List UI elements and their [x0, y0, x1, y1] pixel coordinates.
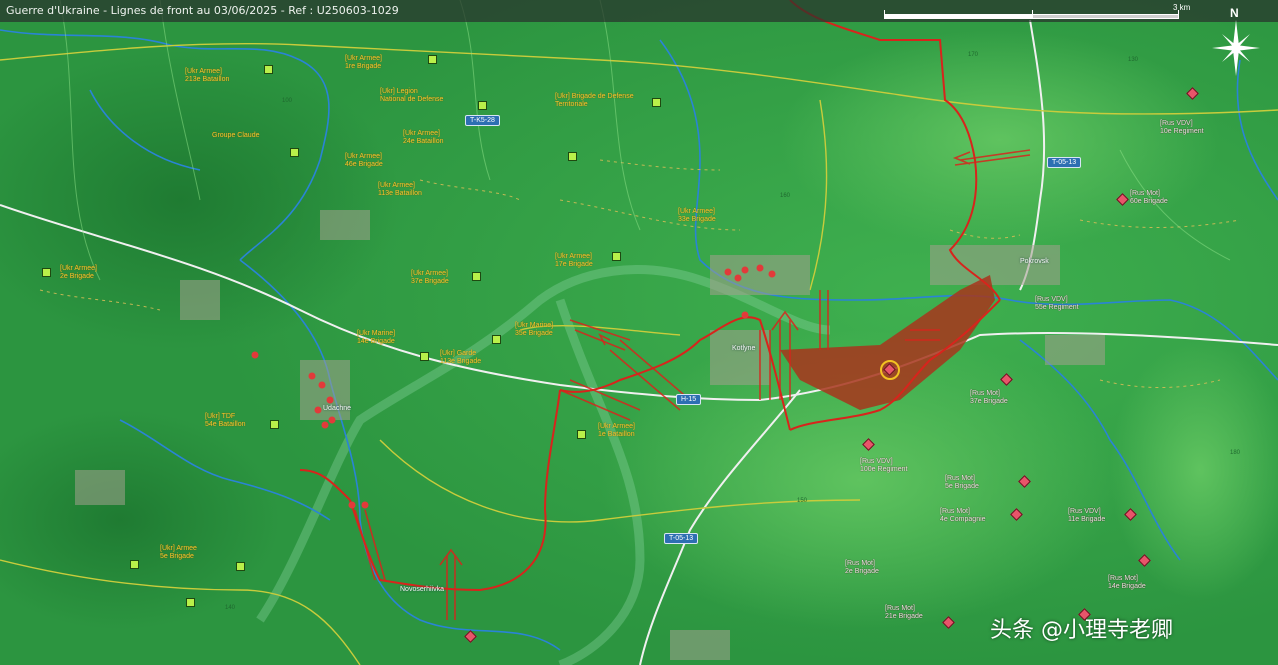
- enemy-unit-label[interactable]: [Rus Mot] 2e Brigade: [845, 560, 879, 576]
- unit-label[interactable]: [Ukr Armee] 213e Bataillon: [185, 68, 229, 84]
- unit-label[interactable]: [Ukr Armee] 2e Brigade: [60, 265, 97, 281]
- friendly-unit-marker[interactable]: [290, 148, 299, 157]
- map-view[interactable]: Guerre d'Ukraine - Lignes de front au 03…: [0, 0, 1278, 665]
- friendly-unit-marker[interactable]: [492, 335, 501, 344]
- compass-north-label: N: [1230, 6, 1239, 20]
- friendly-unit-marker[interactable]: [42, 268, 51, 277]
- map-title: Guerre d'Ukraine - Lignes de front au 03…: [6, 4, 399, 17]
- unit-label[interactable]: [Ukr Armee] 24e Bataillon: [403, 130, 443, 146]
- road-badge: T-05-13: [1047, 157, 1082, 168]
- friendly-unit-marker[interactable]: [186, 598, 195, 607]
- friendly-unit-marker[interactable]: [612, 252, 621, 261]
- unit-label[interactable]: [Ukr Armee] 46e Brigade: [345, 153, 383, 169]
- enemy-unit-label[interactable]: [Rus VDV] 10e Regiment: [1160, 120, 1204, 136]
- friendly-unit-marker[interactable]: [236, 562, 245, 571]
- enemy-unit-label[interactable]: [Rus Mot] 60e Brigade: [1130, 190, 1168, 206]
- unit-label[interactable]: [Ukr] Garde 113e Brigade: [440, 350, 481, 366]
- unit-label[interactable]: [Ukr Armee] 1e Bataillon: [598, 423, 635, 439]
- unit-label[interactable]: [Ukr Marine] 35e Brigade: [515, 322, 553, 338]
- friendly-unit-marker[interactable]: [652, 98, 661, 107]
- unit-label[interactable]: [Ukr Armee] 17e Brigade: [555, 253, 593, 269]
- scale-bar: [884, 10, 1179, 19]
- unit-label[interactable]: [Ukr Armee] 113e Bataillon: [378, 182, 422, 198]
- contour-label: 100: [282, 98, 293, 104]
- unit-label[interactable]: [Ukr Armee] 33e Brigade: [678, 208, 716, 224]
- enemy-unit-label[interactable]: [Rus Mot] 14e Brigade: [1108, 575, 1146, 591]
- contour-label: 160: [780, 193, 791, 199]
- enemy-unit-label[interactable]: [Rus Mot] 37e Brigade: [970, 390, 1008, 406]
- friendly-unit-marker[interactable]: [420, 352, 429, 361]
- friendly-unit-marker[interactable]: [270, 420, 279, 429]
- friendly-unit-marker[interactable]: [264, 65, 273, 74]
- unit-label[interactable]: [Ukr] TDF 54e Bataillon: [205, 413, 245, 429]
- unit-label[interactable]: Groupe Claude: [212, 132, 259, 140]
- enemy-unit-label[interactable]: [Rus VDV] 55e Regiment: [1035, 296, 1079, 312]
- enemy-unit-label[interactable]: [Rus Mot] 5e Brigade: [945, 475, 979, 491]
- watermark-text: 头条 @小理寺老卿: [990, 618, 1173, 643]
- place-name: Udachne: [323, 405, 352, 412]
- contour-label: 170: [968, 52, 979, 58]
- contour-label: 140: [225, 605, 236, 611]
- place-name: Novoserhiivka: [400, 586, 444, 593]
- road-badge: H-15: [676, 394, 702, 405]
- friendly-unit-marker[interactable]: [577, 430, 586, 439]
- friendly-unit-marker[interactable]: [472, 272, 481, 281]
- enemy-unit-label[interactable]: [Rus VDV] 100e Regiment: [860, 458, 907, 474]
- unit-label[interactable]: [Ukr Armee] 37e Brigade: [411, 270, 449, 286]
- scale-label: 3 km: [1173, 3, 1191, 12]
- friendly-unit-marker[interactable]: [428, 55, 437, 64]
- contour-label: 180: [1230, 450, 1241, 456]
- contour-label: 150: [797, 498, 808, 504]
- unit-label[interactable]: [Ukr Armee] 1re Brigade: [345, 55, 382, 71]
- friendly-unit-marker[interactable]: [130, 560, 139, 569]
- friendly-unit-marker[interactable]: [568, 152, 577, 161]
- unit-label[interactable]: [Ukr] Brigade de Defense Territoriale: [555, 93, 634, 109]
- unit-label[interactable]: [Ukr Marine] 14e Brigade: [357, 330, 395, 346]
- unit-label[interactable]: [Ukr] Armee 5e Brigade: [160, 545, 197, 561]
- road-badge: T-K5-28: [465, 115, 500, 126]
- place-name: Pokrovsk: [1020, 258, 1049, 265]
- enemy-unit-label[interactable]: [Rus Mot] 21e Brigade: [885, 605, 923, 621]
- contour-label: 130: [1128, 57, 1139, 63]
- compass-rose-icon: N: [1208, 6, 1264, 78]
- unit-label[interactable]: [Ukr] Legion National de Defense: [380, 88, 443, 104]
- friendly-unit-marker[interactable]: [478, 101, 487, 110]
- terrain-layer: [0, 0, 1278, 665]
- place-name: Kotlyne: [732, 345, 756, 352]
- enemy-unit-label[interactable]: [Rus VDV] 11e Brigade: [1068, 508, 1105, 524]
- enemy-unit-label[interactable]: [Rus Mot] 4e Compagnie: [940, 508, 986, 524]
- road-badge: T-05-13: [664, 533, 699, 544]
